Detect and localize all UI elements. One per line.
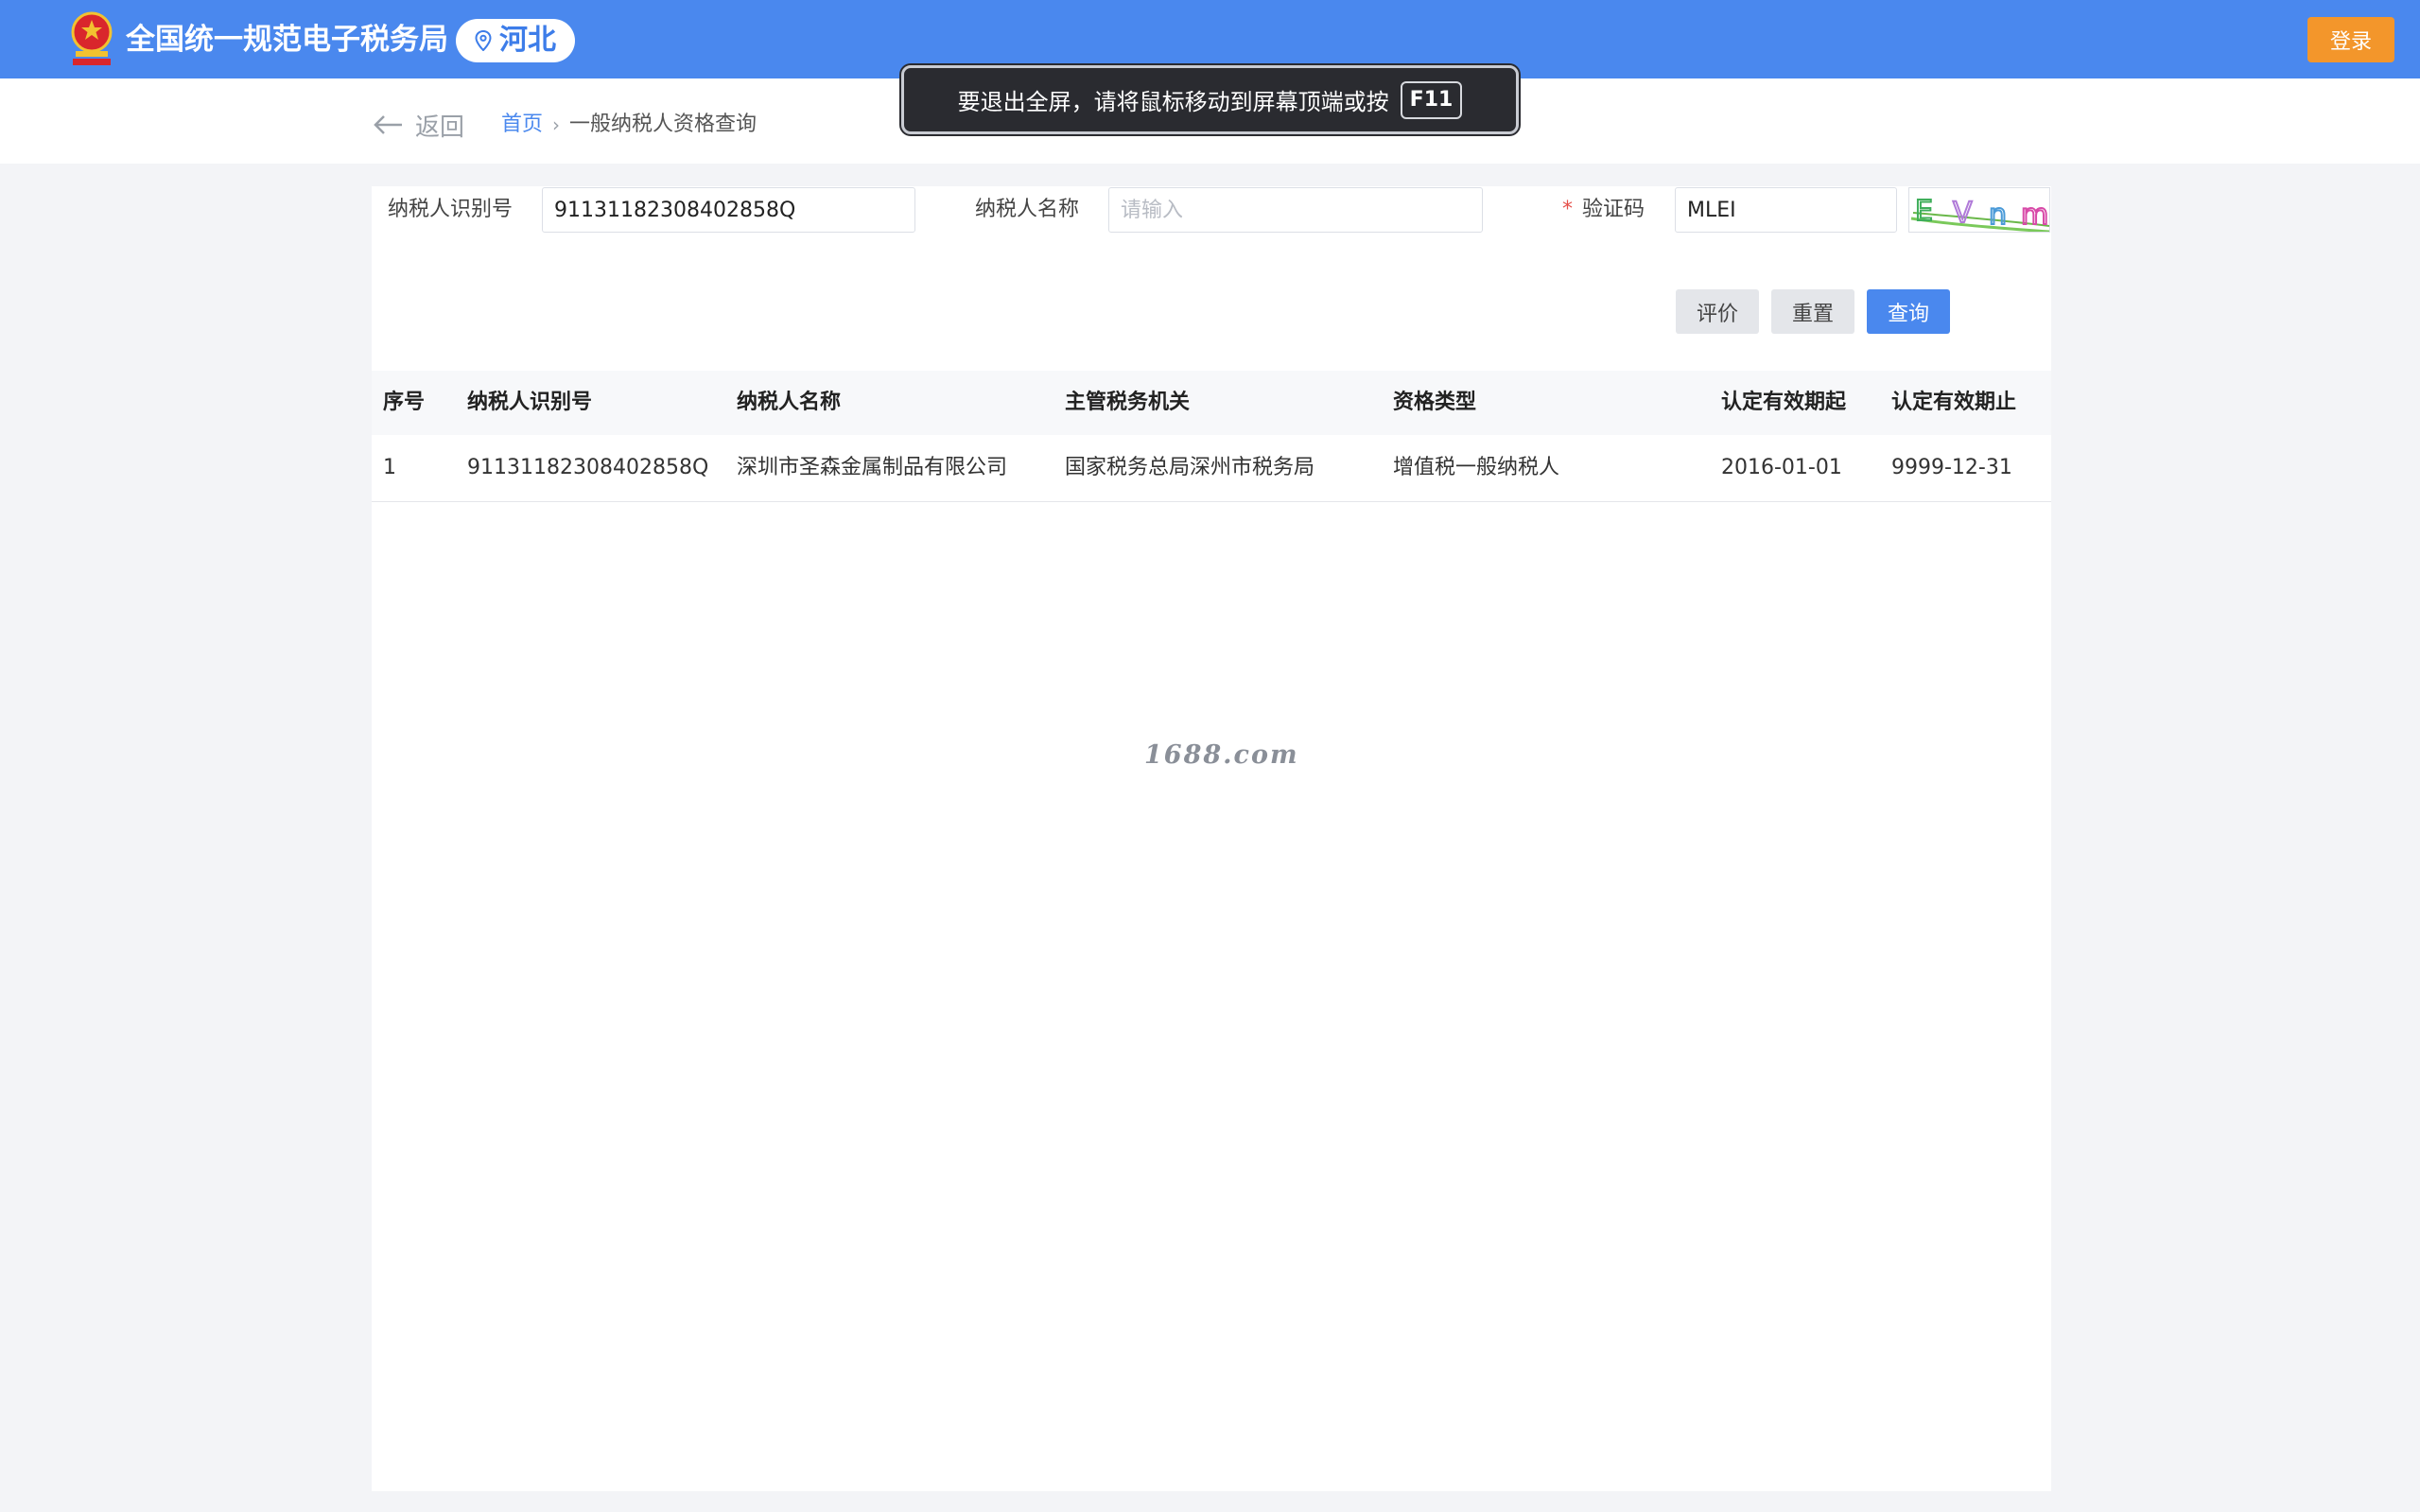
login-button[interactable]: 登录 xyxy=(2307,17,2394,62)
column-header-valid-to: 认定有效期止 xyxy=(1891,391,2017,414)
back-button[interactable]: 返回 xyxy=(374,106,464,144)
column-header-valid-from: 认定有效期起 xyxy=(1721,391,1847,414)
query-form: 纳税人识别号 纳税人名称 * 验证码 E V n m xyxy=(372,186,2051,234)
national-emblem-icon xyxy=(71,11,113,65)
svg-text:E: E xyxy=(1915,195,1933,228)
query-panel: 纳税人识别号 纳税人名称 * 验证码 E V n m 评价 重置 查询 序号 纳税… xyxy=(372,186,2051,1491)
cell-qualification-type: 增值税一般纳税人 xyxy=(1393,456,1560,479)
taxpayer-name-input[interactable] xyxy=(1108,187,1483,233)
breadcrumb-separator: › xyxy=(552,113,561,136)
site-title[interactable]: 全国统一规范电子税务局 xyxy=(126,19,448,61)
captcha-label: 验证码 xyxy=(1582,198,1645,221)
column-header-index: 序号 xyxy=(383,391,426,414)
watermark: 1688.com xyxy=(1144,740,1299,770)
captcha-picture: E V n m xyxy=(1910,194,2049,232)
arrow-left-icon xyxy=(374,115,402,134)
location-pin-icon xyxy=(475,30,492,51)
taxpayer-id-input[interactable] xyxy=(542,187,915,233)
region-selector[interactable]: 河北 xyxy=(456,19,575,62)
breadcrumb-current: 一般纳税人资格查询 xyxy=(569,113,757,136)
table-row: 1 91131182308402858Q 深圳市圣森金属制品有限公司 国家税务总… xyxy=(372,435,2051,502)
reset-button[interactable]: 重置 xyxy=(1771,289,1854,334)
cell-tax-authority: 国家税务总局深州市税务局 xyxy=(1065,456,1315,479)
captcha-label-wrap: * 验证码 xyxy=(1562,186,1645,234)
query-button[interactable]: 查询 xyxy=(1867,289,1950,334)
table-header: 序号 纳税人识别号 纳税人名称 主管税务机关 资格类型 认定有效期起 认定有效期… xyxy=(372,371,2051,435)
region-label: 河北 xyxy=(499,24,556,57)
cell-valid-from: 2016-01-01 xyxy=(1721,456,1842,479)
column-header-taxpayer-name: 纳税人名称 xyxy=(737,391,842,414)
column-header-tax-authority: 主管税务机关 xyxy=(1065,391,1191,414)
evaluate-button[interactable]: 评价 xyxy=(1676,289,1759,334)
cell-taxpayer-id: 91131182308402858Q xyxy=(467,456,709,479)
breadcrumb: 首页 › 一般纳税人资格查询 xyxy=(501,106,757,144)
required-mark: * xyxy=(1562,198,1573,221)
captcha-input[interactable] xyxy=(1675,187,1897,233)
captcha-image[interactable]: E V n m xyxy=(1908,187,2050,233)
taxpayer-id-label: 纳税人识别号 xyxy=(388,198,514,221)
toast-message: 要退出全屏，请将鼠标移动到屏幕顶端或按 xyxy=(957,89,1389,115)
taxpayer-name-label: 纳税人名称 xyxy=(975,198,1080,221)
back-label: 返回 xyxy=(415,113,465,142)
toast-key: F11 xyxy=(1400,80,1463,119)
column-header-qualification-type: 资格类型 xyxy=(1393,391,1477,414)
svg-text:m: m xyxy=(2021,199,2048,232)
column-header-taxpayer-id: 纳税人识别号 xyxy=(467,391,593,414)
cell-index: 1 xyxy=(383,456,396,479)
svg-text:V: V xyxy=(1953,197,1973,230)
svg-text:n: n xyxy=(1989,199,2007,232)
cell-valid-to: 9999-12-31 xyxy=(1891,456,2012,479)
breadcrumb-home-link[interactable]: 首页 xyxy=(501,106,543,144)
cell-taxpayer-name: 深圳市圣森金属制品有限公司 xyxy=(737,456,1008,479)
fullscreen-toast: 要退出全屏，请将鼠标移动到屏幕顶端或按 F11 xyxy=(901,65,1519,134)
